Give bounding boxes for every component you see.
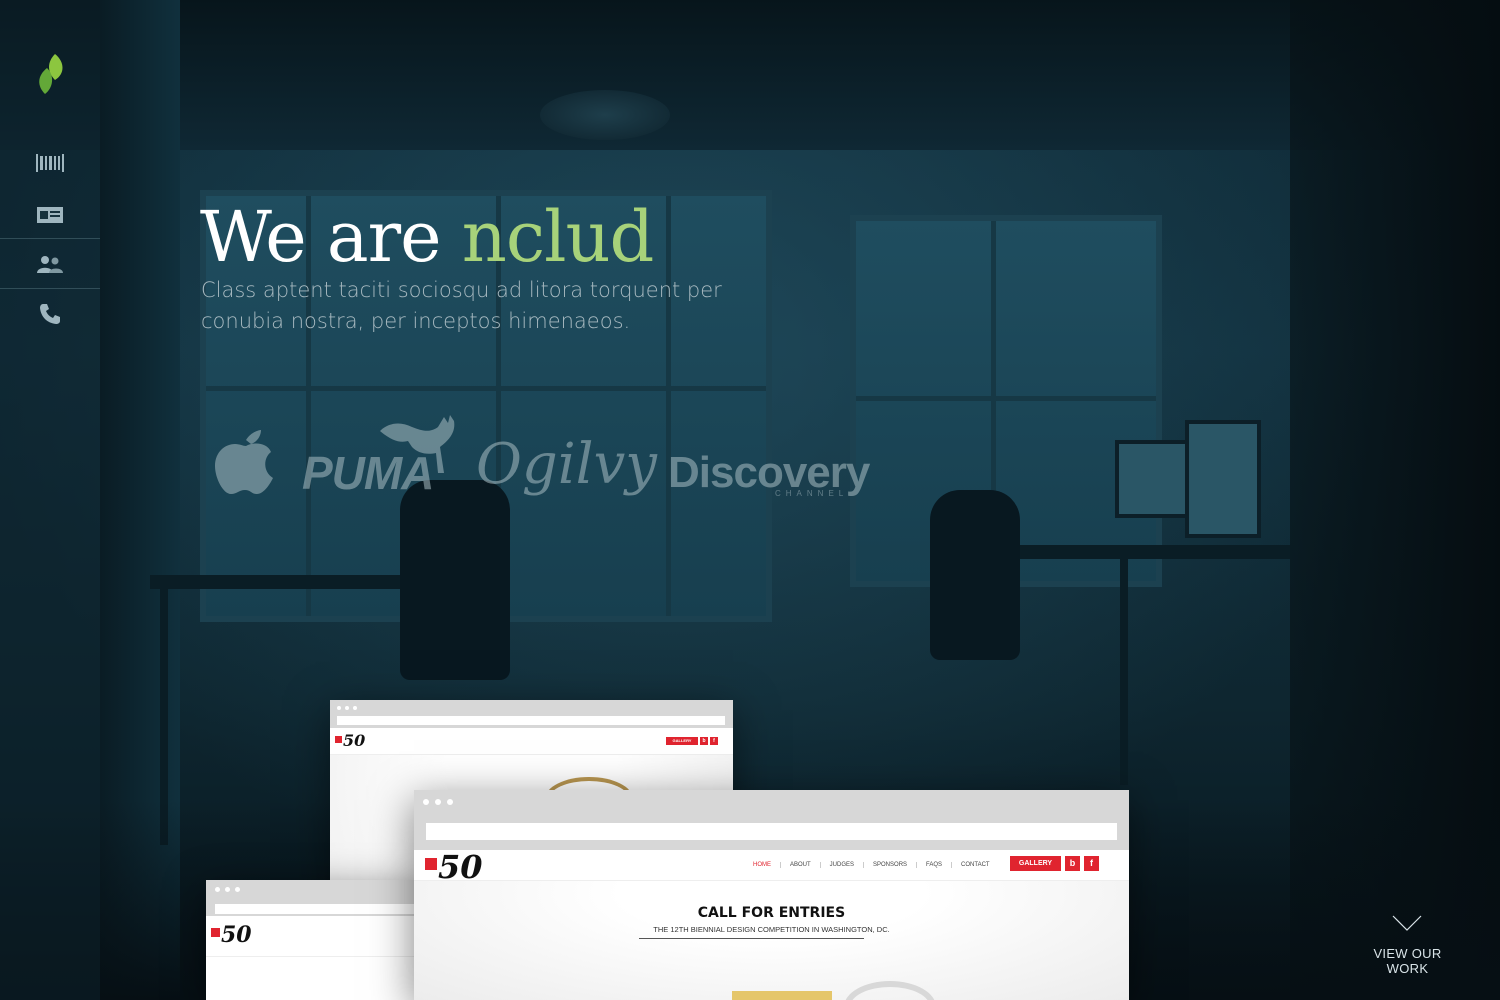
hero-subtitle: Class aptent taciti sociosqu ad litora t… bbox=[201, 278, 722, 333]
url-bar bbox=[337, 716, 725, 725]
apple-logo-icon bbox=[215, 430, 273, 494]
sidebar-item-team[interactable] bbox=[0, 240, 100, 288]
social-button-b[interactable]: b bbox=[700, 737, 708, 745]
aiga-logo bbox=[335, 736, 342, 743]
site-nav: HOME ABOUT JUDGES SPONSORS FAQS CONTACT bbox=[744, 862, 999, 868]
view-our-work-link[interactable]: VIEW OUR WORK bbox=[1355, 946, 1460, 976]
ring-image bbox=[844, 981, 936, 1000]
sidebar-item-contact[interactable] bbox=[0, 290, 100, 338]
nav-home[interactable]: HOME bbox=[744, 862, 781, 868]
sidebar-item-work[interactable] bbox=[0, 139, 100, 187]
mockup-browser-front[interactable]: 50 HOME ABOUT JUDGES SPONSORS FAQS CONTA… bbox=[414, 790, 1129, 1000]
url-bar bbox=[215, 904, 420, 914]
nav-sponsors[interactable]: SPONSORS bbox=[864, 862, 918, 868]
social-button-f[interactable]: f bbox=[1084, 856, 1099, 871]
chevron-down-icon[interactable] bbox=[1392, 914, 1422, 932]
gallery-button[interactable]: GALLERY bbox=[666, 737, 698, 745]
social-button-b[interactable]: b bbox=[1065, 856, 1080, 871]
aiga-logo bbox=[425, 858, 437, 870]
call-for-entries-tagline: THE 12TH BIENNIAL DESIGN COMPETITION IN … bbox=[653, 925, 890, 934]
mockup-browser-small[interactable]: 50 bbox=[206, 880, 426, 1000]
sidebar-item-about[interactable] bbox=[0, 191, 100, 239]
tagline-rule bbox=[639, 938, 864, 939]
monitor-2 bbox=[1185, 420, 1261, 538]
url-bar bbox=[426, 823, 1117, 840]
monitor-1 bbox=[1115, 440, 1191, 518]
people-icon bbox=[37, 256, 63, 273]
puma-cat-icon bbox=[380, 415, 455, 473]
nav-about[interactable]: ABOUT bbox=[781, 862, 821, 868]
gallery-button[interactable]: GALLERY bbox=[1010, 856, 1061, 871]
chair-right bbox=[930, 490, 1020, 660]
fifty-logo: 50 bbox=[221, 922, 252, 948]
desk-right bbox=[1000, 545, 1290, 559]
hero-title-prefix: We are bbox=[200, 196, 462, 278]
id-card-icon bbox=[37, 207, 63, 223]
ogilvy-logo: Ogilvy bbox=[476, 432, 657, 497]
nav-contact[interactable]: CONTACT bbox=[952, 862, 999, 868]
logo-leaf-icon[interactable] bbox=[33, 52, 69, 96]
nav-faqs[interactable]: FAQS bbox=[917, 862, 953, 868]
phone-icon bbox=[40, 304, 60, 324]
desk-left bbox=[150, 575, 440, 589]
discovery-logo-sub: CHANNEL bbox=[775, 489, 849, 498]
sidebar-divider bbox=[0, 238, 100, 239]
ceiling-vent bbox=[540, 90, 670, 140]
call-for-entries-heading: CALL FOR ENTRIES bbox=[697, 905, 846, 921]
sidebar bbox=[0, 0, 100, 1000]
aiga-logo bbox=[211, 928, 220, 937]
chair-left bbox=[400, 480, 510, 680]
social-button-f[interactable]: f bbox=[710, 737, 718, 745]
ceiling bbox=[0, 0, 1500, 150]
barcode-icon bbox=[36, 154, 64, 172]
fifty-logo: 50 bbox=[343, 731, 366, 750]
nav-judges[interactable]: JUDGES bbox=[821, 862, 865, 868]
desk-leg bbox=[1120, 555, 1128, 785]
hero-title-accent: nclud bbox=[461, 196, 655, 278]
hero-title: We are nclud bbox=[200, 196, 655, 278]
sidebar-divider bbox=[0, 288, 100, 289]
gold-object-image bbox=[732, 991, 832, 1000]
